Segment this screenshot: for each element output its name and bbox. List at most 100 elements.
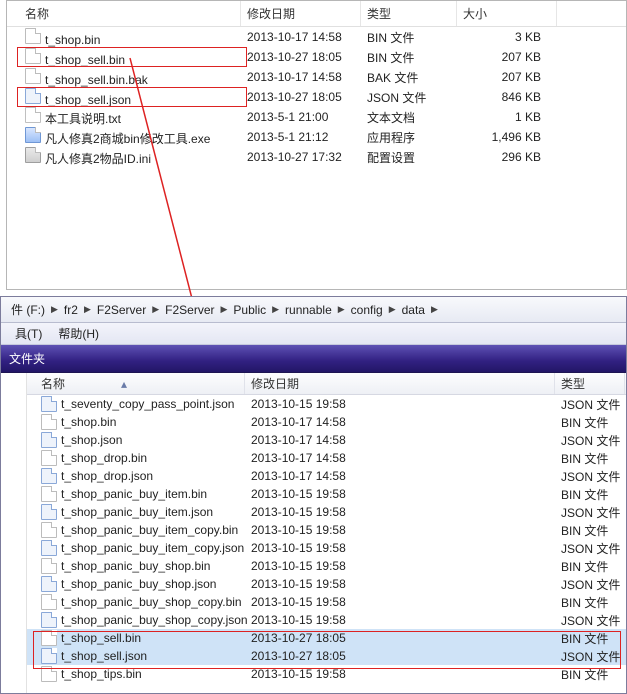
file-date: 2013-10-17 14:58 bbox=[245, 415, 555, 429]
file-size: 1,496 KB bbox=[457, 130, 557, 144]
file-size: 207 KB bbox=[457, 50, 557, 64]
file-row[interactable]: 凡人修真2商城bin修改工具.exe2013-5-1 21:12应用程序1,49… bbox=[7, 127, 626, 147]
json-file-icon bbox=[41, 432, 57, 448]
json-file-icon bbox=[41, 576, 57, 592]
file-date: 2013-10-15 19:58 bbox=[245, 505, 555, 519]
file-type: JSON 文件 bbox=[555, 468, 625, 485]
file-type: BIN 文件 bbox=[555, 522, 625, 539]
file-file-icon bbox=[41, 666, 57, 682]
json-file-icon bbox=[41, 396, 57, 412]
file-row[interactable]: t_shop_panic_buy_item_copy.bin2013-10-15… bbox=[27, 521, 626, 539]
file-row[interactable]: t_shop_sell.bin2013-10-27 18:05BIN 文件207… bbox=[7, 47, 626, 67]
file-name: 凡人修真2商城bin修改工具.exe bbox=[45, 132, 210, 146]
file-type: BIN 文件 bbox=[555, 414, 625, 431]
file-type: 配置设置 bbox=[361, 149, 457, 166]
file-date: 2013-10-27 18:05 bbox=[245, 649, 555, 663]
file-name: t_shop_panic_buy_item.json bbox=[61, 505, 213, 519]
breadcrumb-bar[interactable]: 件 (F:)▶fr2▶F2Server▶F2Server▶Public▶runn… bbox=[1, 297, 626, 323]
file-type: JSON 文件 bbox=[361, 89, 457, 106]
file-file-icon bbox=[41, 522, 57, 538]
file-row[interactable]: 本工具说明.txt2013-5-1 21:00文本文档1 KB bbox=[7, 107, 626, 127]
file-row[interactable]: t_shop.json2013-10-17 14:58JSON 文件 bbox=[27, 431, 626, 449]
file-row[interactable]: t_shop_sell.json2013-10-27 18:05JSON 文件8… bbox=[7, 87, 626, 107]
breadcrumb-segment[interactable]: Public bbox=[229, 303, 270, 317]
file-row[interactable]: t_shop_panic_buy_item.json 2013-10-15 19:… bbox=[27, 503, 626, 521]
bottom-explorer-window: 件 (F:)▶fr2▶F2Server▶F2Server▶Public▶runn… bbox=[0, 296, 627, 694]
file-row[interactable]: t_shop_sell.bin.bak2013-10-17 14:58BAK 文… bbox=[7, 67, 626, 87]
tree-pane[interactable] bbox=[1, 373, 27, 693]
file-date: 2013-10-15 19:58 bbox=[245, 541, 555, 555]
file-row[interactable]: t_shop.bin 2013-10-17 14:58BIN 文件 bbox=[27, 413, 626, 431]
file-row[interactable]: t_shop.bin 2013-10-17 14:58BIN 文件3 KB bbox=[7, 27, 626, 47]
file-row[interactable]: t_shop_drop.json 2013-10-17 14:58JSON 文件 bbox=[27, 467, 626, 485]
file-date: 2013-5-1 21:00 bbox=[241, 110, 361, 124]
file-row[interactable]: t_shop_panic_buy_shop_copy.bin2013-10-15… bbox=[27, 593, 626, 611]
file-type: JSON 文件 bbox=[555, 648, 625, 665]
column-header-name[interactable]: 名称 bbox=[19, 1, 241, 26]
json-file-icon bbox=[41, 468, 57, 484]
file-type: BIN 文件 bbox=[361, 29, 457, 46]
file-row[interactable]: 凡人修真2物品ID.ini2013-10-27 17:32配置设置296 KB bbox=[7, 147, 626, 167]
column-header-date[interactable]: 修改日期 bbox=[241, 1, 361, 26]
file-name: t_shop_panic_buy_shop.json bbox=[61, 577, 216, 591]
file-row[interactable]: t_shop_panic_buy_shop.json2013-10-15 19:… bbox=[27, 575, 626, 593]
menu-help[interactable]: 帮助(H) bbox=[50, 325, 107, 342]
file-name: t_shop_drop.json bbox=[61, 469, 153, 483]
file-row[interactable]: t_shop_sell.json 2013-10-27 18:05JSON 文件 bbox=[27, 647, 626, 665]
column-header-type[interactable]: 类型 bbox=[555, 373, 625, 394]
file-type: BIN 文件 bbox=[555, 630, 625, 647]
file-file-icon bbox=[25, 68, 41, 84]
file-row[interactable]: t_shop_sell.bin2013-10-27 18:05BIN 文件 bbox=[27, 629, 626, 647]
file-name: 本工具说明.txt bbox=[45, 112, 121, 126]
file-name: t_shop.bin bbox=[45, 33, 100, 47]
breadcrumb-segment[interactable]: config bbox=[347, 303, 387, 317]
file-type: BIN 文件 bbox=[555, 594, 625, 611]
column-header-date[interactable]: 修改日期 bbox=[245, 373, 555, 394]
menu-bar: 具(T) 帮助(H) bbox=[1, 323, 626, 345]
column-header-type[interactable]: 类型 bbox=[361, 1, 457, 26]
column-header-name[interactable]: 名称 ▴ bbox=[35, 373, 245, 394]
file-name: t_shop_sell.json bbox=[61, 649, 147, 663]
file-type: JSON 文件 bbox=[555, 612, 625, 629]
file-size: 3 KB bbox=[457, 30, 557, 44]
chevron-right-icon: ▶ bbox=[150, 304, 161, 315]
file-name: t_shop_panic_buy_item.bin bbox=[61, 487, 207, 501]
column-header-row: 名称 ▴ 修改日期 类型 bbox=[27, 373, 626, 395]
file-name: t_shop_sell.bin bbox=[45, 53, 125, 67]
file-file-icon bbox=[41, 414, 57, 430]
file-date: 2013-10-15 19:58 bbox=[245, 397, 555, 411]
file-date: 2013-10-17 14:58 bbox=[245, 469, 555, 483]
breadcrumb-segment[interactable]: runnable bbox=[281, 303, 336, 317]
file-type: JSON 文件 bbox=[555, 396, 625, 413]
file-name: t_seventy_copy_pass_point.json bbox=[61, 397, 234, 411]
file-row[interactable]: t_shop_panic_buy_item.bin2013-10-15 19:5… bbox=[27, 485, 626, 503]
column-header-size[interactable]: 大小 bbox=[457, 1, 557, 26]
breadcrumb-segment[interactable]: data bbox=[398, 303, 429, 317]
breadcrumb-segment[interactable]: F2Server bbox=[93, 303, 150, 317]
file-row[interactable]: t_seventy_copy_pass_point.json 2013-10-15… bbox=[27, 395, 626, 413]
file-type: JSON 文件 bbox=[555, 576, 625, 593]
file-name: t_shop.bin bbox=[61, 415, 116, 429]
file-row[interactable]: t_shop_drop.bin2013-10-17 14:58BIN 文件 bbox=[27, 449, 626, 467]
file-name: t_shop_tips.bin bbox=[61, 667, 142, 681]
breadcrumb-segment[interactable]: F2Server bbox=[161, 303, 218, 317]
file-row[interactable]: t_shop_panic_buy_shop_copy.json2013-10-1… bbox=[27, 611, 626, 629]
file-date: 2013-10-27 18:05 bbox=[241, 50, 361, 64]
breadcrumb-segment[interactable]: fr2 bbox=[60, 303, 82, 317]
file-date: 2013-10-17 14:58 bbox=[241, 30, 361, 44]
json-file-icon bbox=[41, 504, 57, 520]
file-type: BIN 文件 bbox=[555, 558, 625, 575]
breadcrumb-segment[interactable]: 件 (F:) bbox=[7, 301, 49, 318]
file-type: 文本文档 bbox=[361, 109, 457, 126]
file-type: JSON 文件 bbox=[555, 432, 625, 449]
file-row[interactable]: t_shop_panic_buy_item_copy.json2013-10-1… bbox=[27, 539, 626, 557]
chevron-right-icon: ▶ bbox=[219, 304, 230, 315]
file-row[interactable]: t_shop_panic_buy_shop.bin2013-10-15 19:5… bbox=[27, 557, 626, 575]
file-name: t_shop_sell.json bbox=[45, 93, 131, 107]
json-file-icon bbox=[41, 648, 57, 664]
file-type: BAK 文件 bbox=[361, 69, 457, 86]
menu-tools[interactable]: 具(T) bbox=[7, 325, 50, 342]
file-name: t_shop_panic_buy_shop_copy.bin bbox=[61, 595, 242, 609]
file-row[interactable]: t_shop_tips.bin2013-10-15 19:58BIN 文件 bbox=[27, 665, 626, 683]
file-date: 2013-10-15 19:58 bbox=[245, 559, 555, 573]
